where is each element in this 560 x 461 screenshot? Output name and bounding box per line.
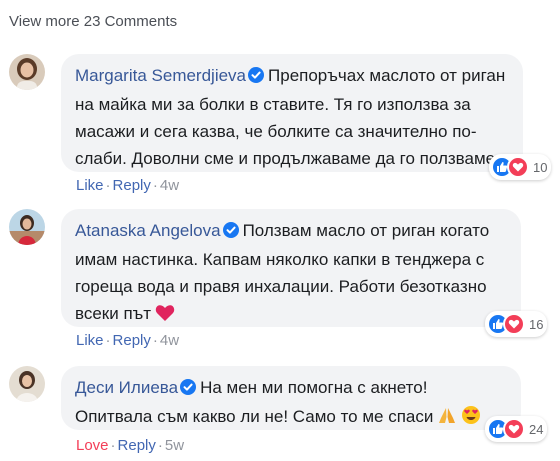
heart-eyes-emoji-icon <box>461 405 481 433</box>
reaction-count: 24 <box>529 421 544 437</box>
comment-actions: Like · Reply · 4w <box>76 331 179 351</box>
like-button[interactable]: Like <box>76 177 104 194</box>
comment-timestamp[interactable]: 4w <box>160 177 179 194</box>
reactions-summary[interactable]: 10 <box>489 154 552 180</box>
verified-badge-icon <box>222 219 239 246</box>
comment-author[interactable]: Деси Илиева <box>75 378 178 397</box>
comment-author[interactable]: Margarita Semerdjieva <box>75 66 246 85</box>
comment-actions: Like · Reply · 4w <box>76 176 179 196</box>
love-reaction-icon <box>503 313 525 335</box>
comment-bubble: Деси Илиева На мен ми помогна с акнето! О… <box>61 366 521 430</box>
reactions-summary[interactable]: 24 <box>485 416 548 442</box>
comment-bubble: Margarita Semerdjieva Препоръчах маслото … <box>61 54 523 172</box>
view-more-comments-link[interactable]: View more 23 Comments <box>9 12 177 32</box>
reactions-summary[interactable]: 16 <box>485 311 548 337</box>
separator: · <box>152 177 158 194</box>
reaction-count: 16 <box>529 316 544 332</box>
comment-timestamp[interactable]: 5w <box>165 437 184 454</box>
comment-timestamp[interactable]: 4w <box>160 332 179 349</box>
love-button[interactable]: Love <box>76 437 109 454</box>
like-button[interactable]: Like <box>76 332 104 349</box>
heart-emoji-icon <box>155 303 175 330</box>
avatar[interactable] <box>9 54 45 90</box>
avatar[interactable] <box>9 366 45 402</box>
comment-author[interactable]: Atanaska Angelova <box>75 221 221 240</box>
separator: · <box>105 332 111 349</box>
separator: · <box>157 437 163 454</box>
separator: · <box>152 332 158 349</box>
avatar[interactable] <box>9 209 45 245</box>
reaction-count: 10 <box>533 159 548 175</box>
folded-hands-emoji-icon <box>437 405 457 433</box>
reply-button[interactable]: Reply <box>113 177 151 194</box>
comment-actions: Love · Reply · 5w <box>76 436 184 456</box>
separator: · <box>105 177 111 194</box>
separator: · <box>110 437 116 454</box>
love-reaction-icon <box>507 156 529 178</box>
reply-button[interactable]: Reply <box>118 437 156 454</box>
verified-badge-icon <box>248 64 265 91</box>
love-reaction-icon <box>503 418 525 440</box>
verified-badge-icon <box>180 376 197 403</box>
reply-button[interactable]: Reply <box>113 332 151 349</box>
comment-bubble: Atanaska Angelova Ползвам масло от риган … <box>61 209 521 327</box>
